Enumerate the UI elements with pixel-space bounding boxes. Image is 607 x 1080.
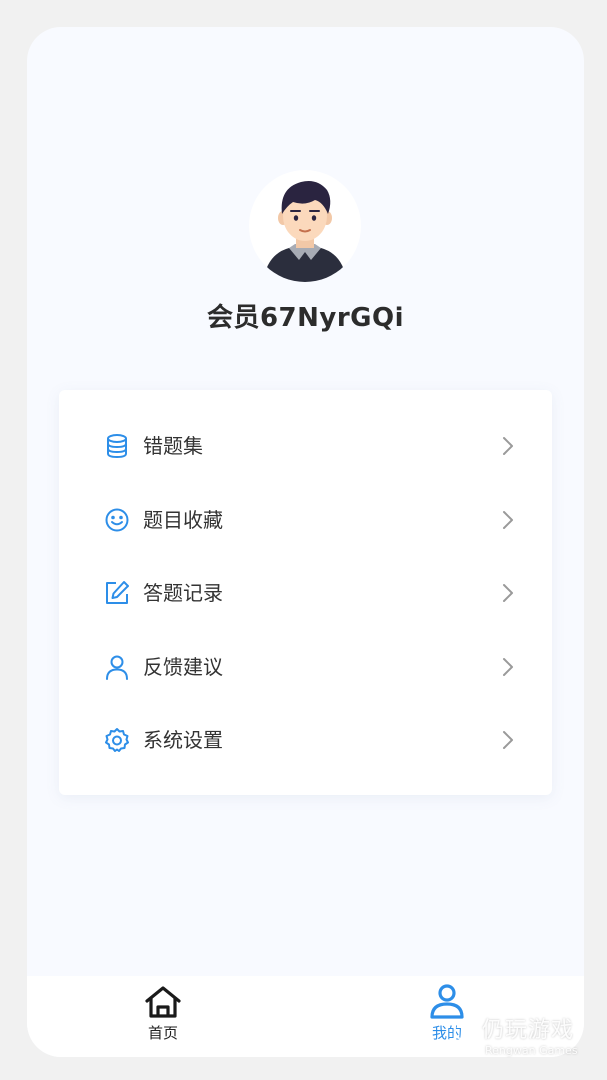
gear-icon	[102, 725, 132, 755]
menu-item-label: 答题记录	[143, 581, 223, 605]
menu-item-label: 系统设置	[143, 728, 223, 752]
app-screen: 会员67NyrGQi 错题集 题目收藏 答题记录 反馈建议 系统设置 首页 我的	[27, 27, 584, 1057]
avatar[interactable]	[249, 170, 361, 282]
tab-home[interactable]: 首页	[123, 984, 203, 1052]
menu-card: 错题集 题目收藏 答题记录 反馈建议 系统设置	[59, 390, 552, 795]
menu-item-favorites[interactable]: 题目收藏	[59, 490, 552, 550]
watermark-title: 仍玩游戏	[482, 1018, 575, 1043]
menu-item-label: 题目收藏	[143, 508, 223, 532]
watermark-subtitle: Rengwan Games	[485, 1044, 578, 1057]
tab-home-label: 首页	[147, 1024, 178, 1042]
chevron-right-icon	[503, 584, 513, 602]
watermark-logo-icon	[454, 1016, 478, 1044]
database-icon	[102, 431, 132, 461]
menu-item-label: 错题集	[143, 434, 203, 458]
chevron-right-icon	[503, 437, 513, 455]
username: 会员67NyrGQi	[206, 303, 405, 333]
watermark: 仍玩游戏 Rengwan Games	[452, 1012, 602, 1062]
home-icon	[145, 986, 181, 1018]
chevron-right-icon	[503, 511, 513, 529]
menu-item-wrong-questions[interactable]: 错题集	[59, 416, 552, 476]
user-icon	[102, 652, 132, 682]
menu-item-answer-records[interactable]: 答题记录	[59, 563, 552, 623]
smiley-icon	[102, 505, 132, 535]
chevron-right-icon	[503, 731, 513, 749]
boy-avatar-icon	[263, 181, 347, 282]
chevron-right-icon	[503, 658, 513, 676]
menu-item-feedback[interactable]: 反馈建议	[59, 637, 552, 697]
menu-item-settings[interactable]: 系统设置	[59, 710, 552, 770]
edit-icon	[102, 578, 132, 608]
menu-item-label: 反馈建议	[143, 655, 223, 679]
